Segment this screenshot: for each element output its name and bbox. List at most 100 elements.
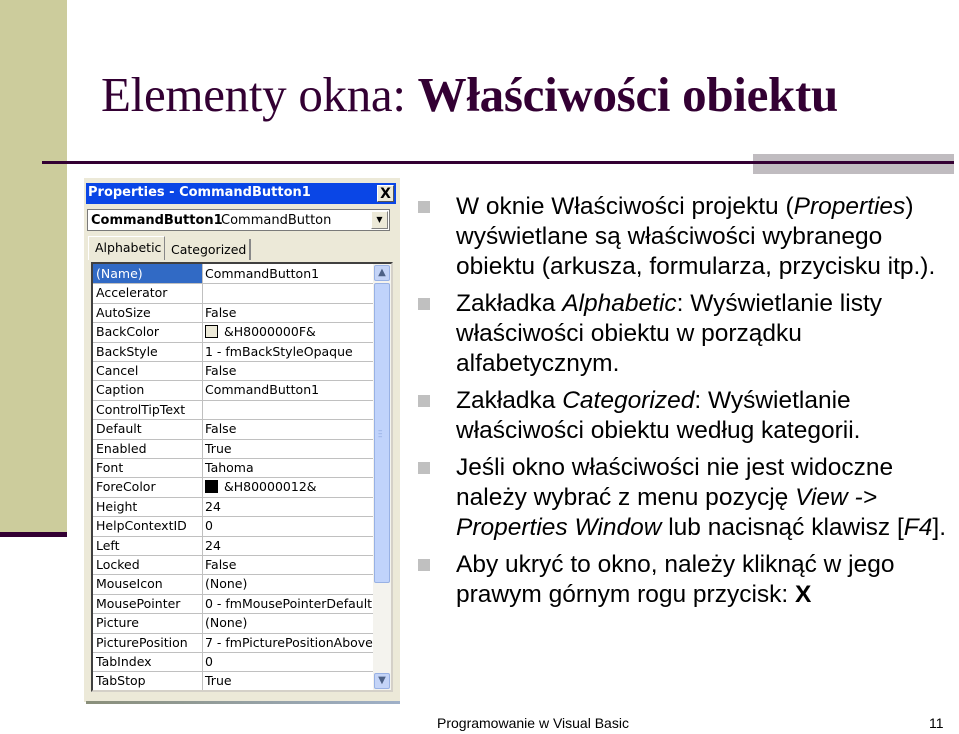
property-value-text: CommandButton1 bbox=[205, 266, 320, 281]
property-name: Accelerator bbox=[96, 285, 168, 301]
property-row[interactable]: ControlTipText bbox=[93, 399, 373, 421]
property-value[interactable]: False bbox=[205, 363, 236, 378]
property-value[interactable]: False bbox=[205, 421, 236, 436]
property-name: MousePointer bbox=[96, 595, 181, 611]
property-value[interactable]: False bbox=[205, 305, 236, 320]
property-row[interactable]: Height 24 bbox=[93, 496, 373, 518]
property-name: TabStop bbox=[96, 673, 146, 689]
property-value[interactable]: (None) bbox=[205, 615, 247, 630]
property-value-text: &H8000000F& bbox=[224, 324, 316, 340]
property-value-text: 0 - fmMousePointerDefault bbox=[205, 595, 373, 611]
column-divider bbox=[202, 477, 203, 497]
bullet-text: Categorized bbox=[562, 387, 695, 414]
property-row[interactable]: PicturePosition 7 - fmPicturePositionAbov… bbox=[93, 632, 378, 653]
property-name: Left bbox=[96, 537, 120, 553]
property-value[interactable]: 0 - fmMousePointerDefault bbox=[205, 596, 372, 611]
square-bullet-icon bbox=[418, 395, 430, 407]
scrollbar-thumb[interactable]: – – – bbox=[374, 283, 390, 583]
property-row[interactable]: TabStop True bbox=[93, 671, 373, 690]
property-value-text: False bbox=[205, 304, 237, 320]
property-value[interactable]: (None) bbox=[205, 576, 247, 591]
property-name: Font bbox=[96, 460, 124, 475]
property-value[interactable]: &H80000012& bbox=[205, 479, 317, 494]
tab-alphabetic[interactable]: Alphabetic bbox=[88, 236, 165, 260]
slide-title-prefix: Elementy okna: bbox=[101, 67, 418, 122]
property-value[interactable]: False bbox=[205, 557, 236, 572]
property-value[interactable]: True bbox=[205, 441, 232, 456]
property-value[interactable]: 1 - fmBackStyleOpaque bbox=[205, 344, 353, 359]
property-name: Cancel bbox=[96, 363, 139, 378]
property-name: HelpContextID bbox=[96, 518, 187, 534]
property-value-text: &H80000012& bbox=[224, 479, 317, 495]
column-divider bbox=[202, 283, 203, 303]
property-value[interactable]: CommandButton1 bbox=[203, 264, 373, 284]
left-accent-band bbox=[0, 0, 67, 537]
property-row[interactable]: BackStyle 1 - fmBackStyleOpaque bbox=[93, 341, 373, 362]
chevron-down-icon[interactable]: ▼ bbox=[371, 211, 388, 229]
property-row[interactable]: Left 24 bbox=[93, 535, 373, 556]
property-name: BackStyle bbox=[96, 343, 158, 359]
scroll-up-icon[interactable]: ▲ bbox=[374, 265, 390, 281]
property-value[interactable]: 0 bbox=[205, 518, 213, 533]
column-divider bbox=[202, 399, 203, 420]
property-row[interactable]: AutoSize False bbox=[93, 302, 373, 324]
property-name: ControlTipText bbox=[96, 401, 186, 417]
scroll-down-icon[interactable]: ▼ bbox=[374, 673, 390, 689]
property-row[interactable]: Caption CommandButton1 bbox=[93, 380, 373, 401]
slide-footer: Programowanie w Visual Basic bbox=[437, 715, 629, 731]
bullet-text: Zakładka bbox=[456, 387, 563, 414]
property-row[interactable]: HelpContextID 0 bbox=[93, 516, 373, 537]
properties-titlebar[interactable]: Properties - CommandButton1 X bbox=[86, 183, 396, 204]
property-value[interactable]: Tahoma bbox=[205, 460, 254, 475]
property-value-text: 7 - fmPicturePositionAbove( bbox=[205, 634, 378, 650]
property-value[interactable]: &H8000000F& bbox=[205, 324, 316, 339]
property-row[interactable]: Locked False bbox=[93, 555, 373, 576]
object-selector[interactable]: CommandButton1 CommandButton ▼ bbox=[87, 209, 390, 231]
close-button[interactable]: X bbox=[377, 185, 394, 202]
title-divider-block bbox=[753, 154, 954, 174]
property-row[interactable]: Default False bbox=[93, 419, 373, 440]
property-name: Locked bbox=[96, 557, 140, 572]
property-value-text: CommandButton1 bbox=[205, 382, 320, 398]
property-row[interactable]: Enabled True bbox=[93, 438, 373, 459]
column-divider bbox=[202, 652, 203, 672]
tab-categorized[interactable]: Categorized bbox=[165, 239, 251, 260]
property-value-text: (None) bbox=[205, 576, 248, 592]
property-row[interactable]: (Name) CommandButton1 bbox=[93, 264, 373, 285]
property-row[interactable]: MouseIcon (None) bbox=[93, 574, 373, 595]
property-value[interactable]: 24 bbox=[205, 499, 221, 514]
property-value-text: 24 bbox=[205, 498, 221, 514]
column-divider bbox=[202, 496, 203, 517]
property-row[interactable]: Font Tahoma bbox=[93, 458, 373, 479]
column-divider bbox=[202, 361, 203, 381]
property-name: Default bbox=[96, 421, 142, 437]
bullet-item: Jeśli okno właściwości nie jest widoczne… bbox=[418, 453, 958, 543]
property-row[interactable]: Cancel False bbox=[93, 361, 373, 382]
property-row[interactable]: Accelerator bbox=[93, 283, 373, 304]
property-value-text: Tahoma bbox=[205, 460, 254, 475]
property-name: Enabled bbox=[96, 440, 147, 456]
bullet-text: W oknie Właściwości projektu ( bbox=[456, 193, 794, 220]
property-value[interactable]: 24 bbox=[205, 538, 221, 553]
property-value[interactable]: 7 - fmPicturePositionAbove( bbox=[205, 635, 378, 650]
bullet-text: Zakładka bbox=[456, 290, 563, 317]
property-row[interactable]: TabIndex 0 bbox=[93, 652, 373, 673]
property-row[interactable]: Picture (None) bbox=[93, 613, 373, 634]
column-divider bbox=[202, 535, 203, 555]
properties-window: Properties - CommandButton1 X CommandBut… bbox=[84, 178, 400, 702]
property-row[interactable]: ForeColor &H80000012& bbox=[93, 477, 373, 498]
property-row[interactable]: MousePointer 0 - fmMousePointerDefault bbox=[93, 593, 373, 615]
property-name: (Name) bbox=[96, 266, 143, 281]
property-value-text: False bbox=[205, 557, 237, 572]
property-row[interactable]: BackColor &H8000000F& bbox=[93, 322, 373, 343]
property-value[interactable]: CommandButton1 bbox=[205, 382, 319, 397]
bullet-text: F4 bbox=[903, 514, 933, 541]
bullet-list: W oknie Właściwości projektu (Properties… bbox=[418, 192, 958, 617]
property-value[interactable]: True bbox=[205, 673, 232, 688]
property-value[interactable]: 0 bbox=[205, 654, 213, 669]
column-divider bbox=[202, 671, 203, 690]
column-divider bbox=[202, 613, 203, 633]
property-name: ForeColor bbox=[96, 479, 156, 495]
grip-icon: – – – bbox=[378, 426, 383, 442]
vertical-scrollbar[interactable]: ▲ – – – ▼ bbox=[373, 264, 391, 690]
